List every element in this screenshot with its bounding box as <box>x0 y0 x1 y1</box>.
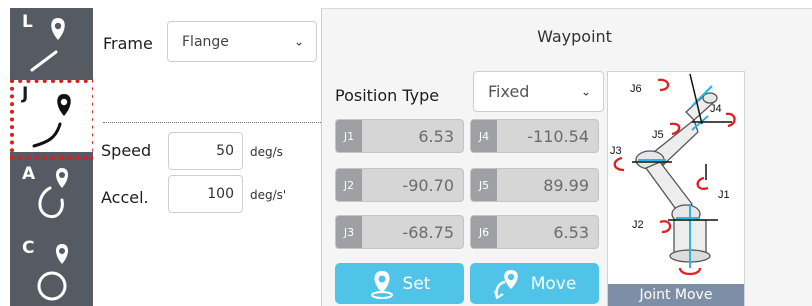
joint-tag: J2 <box>336 169 362 201</box>
accel-unit: deg/s' <box>250 188 287 202</box>
speed-label: Speed <box>101 141 152 160</box>
linear-move-icon <box>30 18 65 72</box>
set-button[interactable]: Set <box>335 263 464 304</box>
frame-select-value: Flange <box>182 33 229 50</box>
motion-settings-panel: Frame Flange ⌄ Speed 50 deg/s Accel. 100… <box>93 8 321 306</box>
diagram-caption: Joint Move <box>608 284 744 306</box>
mode-tab-circle[interactable]: C <box>10 234 93 306</box>
frame-label: Frame <box>103 34 153 53</box>
mode-tab-joint[interactable]: J <box>10 80 93 152</box>
joint-field-j1: J1 6.53 <box>335 119 464 153</box>
diagram-label-j6: J6 <box>630 83 642 95</box>
joint-value: -68.75 <box>402 222 454 242</box>
joint-field-j4: J4 -110.54 <box>470 119 599 153</box>
set-button-label: Set <box>402 273 431 294</box>
position-type-value: Fixed <box>488 82 530 101</box>
diagram-label-j1: J1 <box>718 189 730 201</box>
joint-tag: J4 <box>471 120 497 152</box>
move-button[interactable]: Move <box>470 263 599 304</box>
speed-value: 50 <box>216 143 234 159</box>
position-type-select[interactable]: Fixed ⌄ <box>473 71 604 112</box>
circle-move-icon <box>37 244 68 301</box>
joint-tag: J6 <box>471 216 497 248</box>
robot-arm-illustration: J6 J4 J5 J3 J1 J2 <box>610 73 736 276</box>
joint-value: -90.70 <box>402 175 454 195</box>
diagram-label-j2: J2 <box>632 219 644 231</box>
mode-tab-arc[interactable]: A <box>10 160 93 232</box>
chevron-down-icon: ⌄ <box>580 83 591 98</box>
chevron-down-icon: ⌄ <box>293 33 304 48</box>
frame-select[interactable]: Flange ⌄ <box>167 21 317 62</box>
arc-move-icon <box>38 168 68 219</box>
accel-value: 100 <box>207 186 234 202</box>
joint-value: 89.99 <box>543 175 589 195</box>
waypoint-panel: Waypoint Position Type Fixed ⌄ J1 6.53 J… <box>322 8 812 306</box>
joint-move-icon <box>32 94 71 148</box>
move-to-pin-icon <box>493 269 518 299</box>
move-button-label: Move <box>530 273 577 294</box>
waypoint-title: Waypoint <box>537 27 612 46</box>
joint-field-j6: J6 6.53 <box>470 215 599 249</box>
joint-field-j3: J3 -68.75 <box>335 215 464 249</box>
location-pin-icon <box>370 270 393 299</box>
joint-tag: J5 <box>471 169 497 201</box>
joint-tag: J3 <box>336 216 362 248</box>
joint-field-j5: J5 89.99 <box>470 168 599 202</box>
joint-field-j2: J2 -90.70 <box>335 168 464 202</box>
accel-label: Accel. <box>101 188 149 207</box>
speed-unit: deg/s <box>250 145 283 159</box>
speed-input[interactable]: 50 <box>168 132 243 170</box>
joint-tag: J1 <box>336 120 362 152</box>
diagram-label-j5: J5 <box>652 129 664 141</box>
diagram-label-j3: J3 <box>610 145 622 157</box>
joint-value: 6.53 <box>553 222 589 242</box>
mode-tab-linear[interactable]: L <box>10 8 93 80</box>
motion-mode-strip: L J A C <box>10 8 93 306</box>
joint-value: -110.54 <box>527 126 589 146</box>
robot-joint-diagram: J6 J4 J5 J3 J1 J2 Joint Move <box>607 71 745 306</box>
position-type-label: Position Type <box>335 86 440 105</box>
accel-input[interactable]: 100 <box>168 175 243 213</box>
diagram-label-j4: J4 <box>710 103 722 115</box>
settings-divider <box>103 122 321 123</box>
joint-value: 6.53 <box>418 126 454 146</box>
